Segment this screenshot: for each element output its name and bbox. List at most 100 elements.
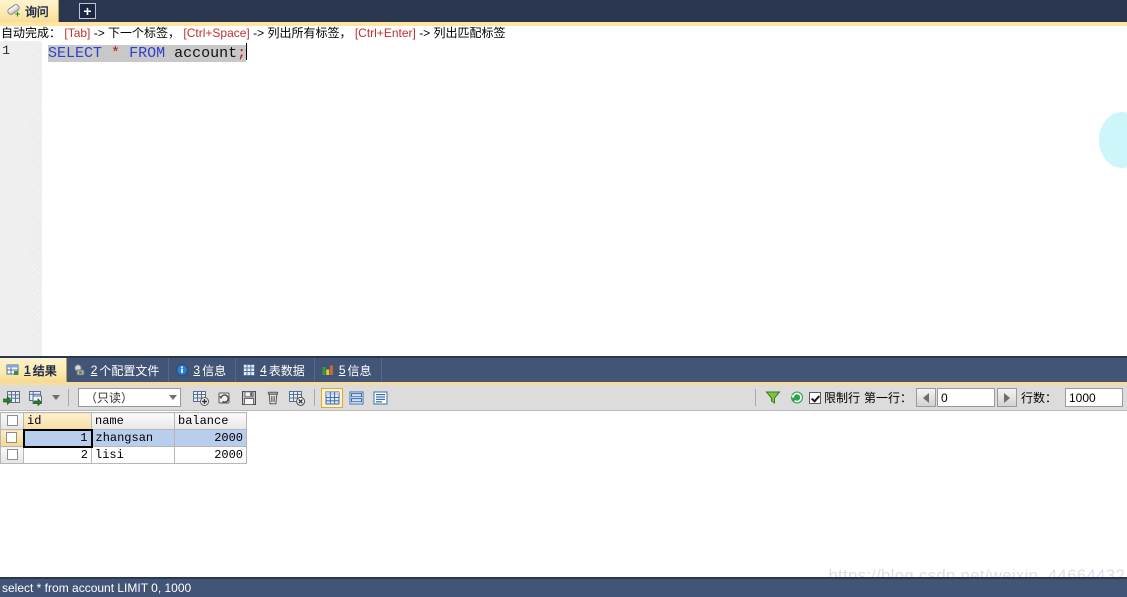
editor-gutter: 1 [0, 41, 30, 356]
sql-token-table: account [174, 45, 238, 62]
grid-toolbar: （只读） 限制行 第一行： 0 行数： 1000 [0, 385, 1127, 411]
profile-icon [73, 363, 87, 377]
filter-icon[interactable] [762, 388, 784, 408]
cell-name[interactable]: lisi [91, 446, 175, 464]
tab-profiles-number: 2 [90, 363, 98, 377]
cancel-record-icon[interactable] [286, 388, 308, 408]
hint-prefix: 自动完成： [1, 26, 62, 40]
toolbar-separator-1 [68, 389, 69, 406]
tab-table-data-number: 4 [260, 363, 267, 377]
add-record-icon[interactable] [190, 388, 212, 408]
arrow-left-icon [922, 392, 929, 403]
result-grid-icon [6, 363, 20, 377]
cell-balance[interactable]: 2000 [174, 446, 247, 464]
tab-result-number: 1 [24, 363, 31, 377]
table-header-row: id name balance [0, 412, 247, 430]
table-row[interactable]: 1 zhangsan 2000 [0, 428, 247, 448]
chart-info-icon [321, 363, 335, 377]
checkbox-box [6, 449, 18, 461]
refresh-icon[interactable] [786, 388, 808, 408]
tab-info-3[interactable]: 3 信息 [169, 358, 237, 382]
tab-info-3-label: 信息 [202, 363, 227, 378]
first-row-label: 第一行： [863, 391, 912, 405]
new-tab-button[interactable]: + [79, 3, 96, 19]
first-row-next-button[interactable] [996, 388, 1017, 407]
editor-code-area[interactable]: SELECT * FROM account; [42, 41, 1127, 356]
checkbox-box [6, 415, 18, 427]
hint-text-tab: -> 下一个标签， [93, 26, 181, 40]
checkbox-box [808, 391, 821, 404]
editor-fold-strip [30, 41, 42, 356]
hint-key-tab: [Tab] [64, 26, 91, 40]
text-caret [246, 43, 248, 60]
limit-rows-label: 限制行 [823, 391, 860, 405]
cell-balance[interactable]: 2000 [174, 429, 247, 447]
cell-id[interactable]: 2 [23, 446, 92, 464]
status-bar: select * from account LIMIT 0, 1000 [0, 577, 1127, 597]
hint-key-ctrl-space: [Ctrl+Space] [183, 26, 250, 40]
apply-changes-icon[interactable] [1, 388, 23, 408]
title-bar: + 询问 + [0, 0, 1127, 22]
result-tab-bar: 1 结果 2 个配置文件 3 信息 4 表数据 5 信息 [0, 356, 1127, 382]
sql-token-semicolon: ; [237, 45, 247, 62]
hint-text-ctrl-enter: -> 列出匹配标签 [419, 26, 506, 40]
sql-line-1: SELECT * FROM account; [48, 43, 248, 63]
chevron-down-icon [169, 395, 177, 400]
save-record-icon[interactable] [238, 388, 260, 408]
tab-info-5[interactable]: 5 信息 [315, 358, 382, 382]
row-count-input[interactable]: 1000 [1065, 388, 1123, 407]
cell-id[interactable]: 1 [22, 428, 93, 448]
row-selector[interactable] [0, 429, 24, 447]
arrow-right-icon [1003, 392, 1010, 403]
result-grid[interactable]: id name balance 1 zhangsan 2000 2 lisi 2… [0, 412, 1127, 574]
sql-editor[interactable]: 1 SELECT * FROM account; [0, 41, 1127, 356]
result-table: id name balance 1 zhangsan 2000 2 lisi 2… [0, 412, 247, 464]
row-selector[interactable] [0, 446, 24, 464]
decorative-blob [1099, 112, 1127, 168]
tab-table-data[interactable]: 4 表数据 [236, 358, 315, 382]
hint-text-ctrl-space: -> 列出所有标签， [253, 26, 352, 40]
tab-result-label: 结果 [32, 363, 57, 378]
grid-mode-value: （只读） [85, 391, 134, 405]
column-header-id[interactable]: id [23, 412, 92, 430]
export-grid-icon[interactable] [25, 388, 47, 408]
status-query-text: select * from account LIMIT 0, 1000 [2, 581, 192, 595]
tab-table-data-label: 表数据 [268, 363, 305, 378]
dropdown-arrow-icon[interactable] [49, 388, 62, 408]
tab-profiles-label: 个配置文件 [99, 363, 160, 378]
query-pill-icon: + [6, 2, 21, 19]
row-count-label: 行数： [1020, 391, 1057, 405]
first-row-prev-button[interactable] [915, 388, 936, 407]
tab-result[interactable]: 1 结果 [0, 358, 67, 382]
select-all-header[interactable] [0, 412, 24, 430]
toolbar-separator-2 [314, 389, 315, 406]
cell-name[interactable]: zhangsan [91, 429, 175, 447]
first-row-input[interactable]: 0 [936, 388, 995, 407]
tab-info-5-label: 信息 [347, 363, 372, 378]
table-data-icon [242, 363, 256, 377]
table-row[interactable]: 2 lisi 2000 [0, 446, 247, 464]
tab-profiles[interactable]: 2 个配置文件 [67, 358, 170, 382]
grid-toolbar-right: 限制行 第一行： 0 行数： 1000 [750, 388, 1127, 408]
refresh-record-icon[interactable] [214, 388, 236, 408]
hint-key-ctrl-enter: [Ctrl+Enter] [354, 26, 416, 40]
column-header-balance[interactable]: balance [174, 412, 247, 430]
navicat-query-window: + 询问 + 自动完成： [Tab] -> 下一个标签， [Ctrl+Space… [0, 0, 1127, 597]
grid-view-icon[interactable] [321, 387, 343, 408]
form-view-icon[interactable] [345, 388, 367, 408]
info-icon [175, 363, 189, 377]
tab-info-3-number: 3 [193, 363, 201, 377]
sql-token-star: * [111, 45, 121, 62]
checkbox-box [6, 432, 18, 444]
line-number-1: 1 [2, 43, 10, 58]
toolbar-separator-3 [754, 389, 756, 406]
document-tab-query[interactable]: + 询问 [0, 0, 60, 22]
limit-rows-checkbox[interactable]: 限制行 [808, 389, 860, 406]
text-view-icon[interactable] [369, 388, 391, 408]
tab-info-5-number: 5 [338, 363, 346, 377]
column-header-name[interactable]: name [91, 412, 175, 430]
delete-record-icon[interactable] [262, 388, 284, 408]
grid-mode-select[interactable]: （只读） [78, 388, 181, 407]
chevron-down-icon [51, 395, 60, 400]
autocomplete-hint-bar: 自动完成： [Tab] -> 下一个标签， [Ctrl+Space] -> 列出… [0, 26, 1127, 41]
